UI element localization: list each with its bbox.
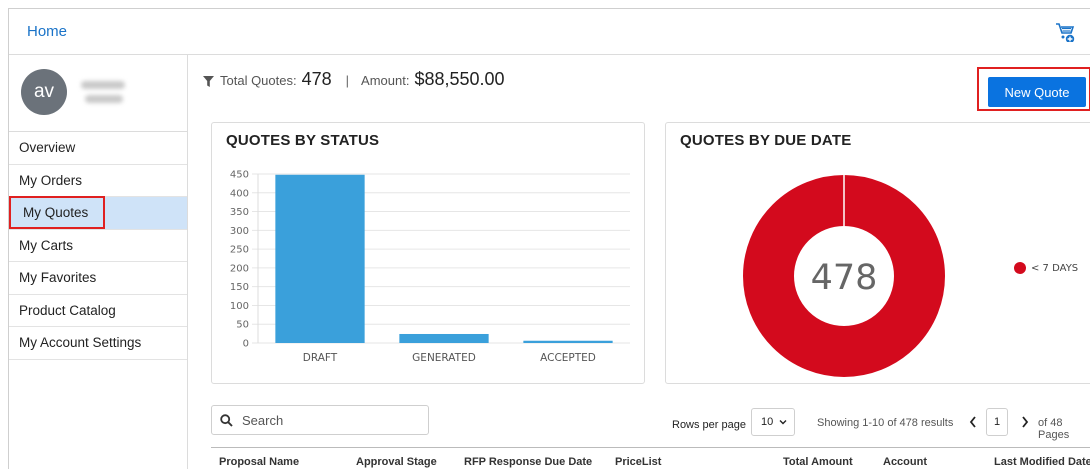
quotes-by-due-date-chart: 478 bbox=[743, 175, 945, 377]
sidebar-item-label: My Favorites bbox=[19, 270, 97, 286]
search-box[interactable] bbox=[211, 405, 429, 435]
x-tick-label: DRAFT bbox=[303, 352, 338, 364]
bar-generated[interactable] bbox=[399, 333, 489, 343]
cart-plus-icon[interactable] bbox=[1055, 22, 1077, 42]
avatar[interactable]: av bbox=[21, 69, 67, 115]
sidebar-item-overview[interactable]: Overview bbox=[9, 132, 187, 165]
sidebar-item-my-orders[interactable]: My Orders bbox=[9, 165, 187, 197]
redacted-user-detail bbox=[85, 95, 123, 103]
y-tick-label: 150 bbox=[230, 282, 249, 293]
sidebar-item-my-carts[interactable]: My Carts bbox=[9, 230, 187, 262]
main-content: Total Quotes: 478 | Amount: $88,550.00 N… bbox=[189, 55, 1090, 469]
quotes-by-due-date-card: QUOTES BY DUE DATE 478 < 7 DAYS bbox=[665, 122, 1090, 384]
rows-per-page-label: Rows per page bbox=[672, 419, 746, 431]
total-quotes-label: Total Quotes: bbox=[220, 73, 297, 88]
amount-label: Amount: bbox=[361, 73, 410, 88]
x-tick-label: ACCEPTED bbox=[540, 352, 596, 364]
legend-label: < 7 DAYS bbox=[1031, 262, 1079, 274]
y-tick-label: 50 bbox=[236, 320, 249, 331]
legend-swatch bbox=[1014, 262, 1026, 274]
total-pages: of 48 Pages bbox=[1038, 417, 1070, 441]
sidebar-item-label: Product Catalog bbox=[19, 302, 116, 318]
column-label: Last Modified Date bbox=[994, 456, 1090, 468]
top-bar: Home bbox=[9, 9, 1090, 55]
y-tick-label: 300 bbox=[230, 226, 249, 237]
sidebar-item-my-favorites[interactable]: My Favorites bbox=[9, 262, 187, 295]
app-frame: Home av Overview My Orders My Quotes My … bbox=[8, 8, 1090, 469]
column-last-modified-date[interactable]: Last Modified Date ↓ bbox=[994, 456, 1090, 468]
sidebar: av Overview My Orders My Quotes My Carts… bbox=[9, 55, 188, 469]
y-tick-label: 0 bbox=[243, 339, 249, 350]
y-tick-label: 200 bbox=[230, 263, 249, 274]
bar-accepted[interactable] bbox=[523, 340, 613, 343]
column-total-amount[interactable]: Total Amount bbox=[783, 456, 853, 468]
column-approval-stage[interactable]: Approval Stage bbox=[356, 456, 437, 468]
chart-legend: < 7 DAYS bbox=[1014, 262, 1078, 274]
new-quote-highlight: New Quote bbox=[977, 67, 1090, 111]
quotes-by-status-chart: 0 50 100 150 200 250 300 350 400 450 DRAFT GENERATE… bbox=[230, 170, 630, 364]
column-pricelist[interactable]: PriceList bbox=[615, 456, 661, 468]
search-icon bbox=[220, 413, 233, 427]
rows-per-page-value: 10 bbox=[761, 416, 774, 428]
bar-draft[interactable] bbox=[275, 174, 365, 343]
total-quotes-value: 478 bbox=[301, 69, 332, 89]
amount-value: $88,550.00 bbox=[414, 69, 505, 89]
y-tick-label: 350 bbox=[230, 207, 249, 218]
sidebar-item-label: Overview bbox=[19, 140, 76, 156]
sidebar-item-label: My Carts bbox=[19, 237, 73, 253]
y-tick-label: 100 bbox=[230, 301, 249, 312]
highlight-box bbox=[9, 196, 105, 229]
chevron-left-icon[interactable] bbox=[969, 416, 977, 428]
column-account[interactable]: Account bbox=[883, 456, 927, 468]
page-number-input[interactable]: 1 bbox=[986, 408, 1008, 436]
quotes-by-status-card: QUOTES BY STATUS 0 50 100 150 200 250 300 350 40… bbox=[211, 122, 645, 384]
rows-per-page-select[interactable]: 10 bbox=[751, 408, 795, 436]
sidebar-item-my-quotes[interactable]: My Quotes bbox=[9, 196, 187, 230]
sidebar-item-my-account-settings[interactable]: My Account Settings bbox=[9, 327, 187, 360]
redacted-user-name bbox=[81, 81, 125, 89]
sidebar-item-label: My Account Settings bbox=[19, 335, 142, 351]
home-link[interactable]: Home bbox=[27, 23, 67, 40]
x-tick-label: GENERATED bbox=[412, 352, 476, 364]
summary-separator: | bbox=[345, 73, 350, 88]
user-profile: av bbox=[9, 55, 187, 132]
table-header: Proposal Name Approval Stage RFP Respons… bbox=[211, 447, 1090, 469]
results-summary: Showing 1-10 of 478 results bbox=[817, 417, 954, 429]
search-input[interactable] bbox=[242, 412, 412, 428]
column-proposal-name[interactable]: Proposal Name bbox=[219, 456, 299, 468]
chevron-down-icon bbox=[779, 420, 787, 425]
filter-icon[interactable] bbox=[203, 75, 214, 87]
y-tick-label: 400 bbox=[230, 188, 249, 199]
chevron-right-icon[interactable] bbox=[1021, 416, 1029, 428]
y-tick-label: 450 bbox=[230, 170, 249, 181]
column-rfp-response-due-date[interactable]: RFP Response Due Date bbox=[464, 456, 592, 468]
y-tick-label: 250 bbox=[230, 245, 249, 256]
quote-summary: Total Quotes: 478 | Amount: $88,550.00 bbox=[203, 69, 505, 93]
new-quote-button[interactable]: New Quote bbox=[988, 77, 1086, 107]
sidebar-item-product-catalog[interactable]: Product Catalog bbox=[9, 295, 187, 327]
sidebar-item-label: My Orders bbox=[19, 172, 83, 188]
donut-center-value: 478 bbox=[811, 258, 878, 298]
